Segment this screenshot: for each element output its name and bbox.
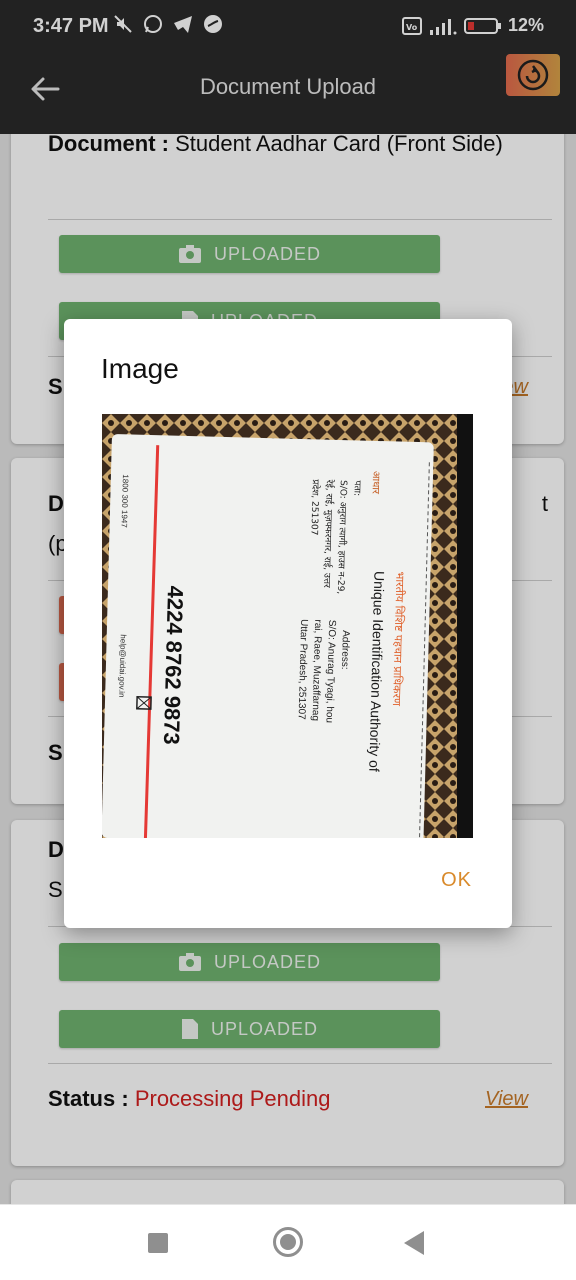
document-image: 4224 8762 9873 help@uidai.gov.in 1800 30…	[102, 414, 473, 838]
image-dialog: Image 4224 8762 9873 help@uidai.gov.in 1…	[64, 319, 512, 928]
recents-icon[interactable]	[148, 1233, 168, 1253]
home-icon[interactable]	[273, 1227, 303, 1257]
back-icon[interactable]	[404, 1231, 424, 1255]
aadhar-card-photo: 4224 8762 9873 help@uidai.gov.in 1800 30…	[102, 414, 473, 838]
svg-text:4224 8762 9873: 4224 8762 9873	[159, 585, 188, 745]
svg-text:आधार: आधार	[369, 471, 381, 495]
ok-button[interactable]: OK	[441, 869, 472, 892]
svg-text:Address:: Address:	[339, 630, 351, 670]
dialog-title: Image	[101, 353, 179, 384]
svg-text:पता:: पता:	[351, 480, 361, 496]
svg-text:1800 300 1947: 1800 300 1947	[120, 474, 130, 528]
svg-text:help@uidai.gov.in: help@uidai.gov.in	[117, 634, 128, 697]
system-nav-bar	[0, 1204, 576, 1280]
